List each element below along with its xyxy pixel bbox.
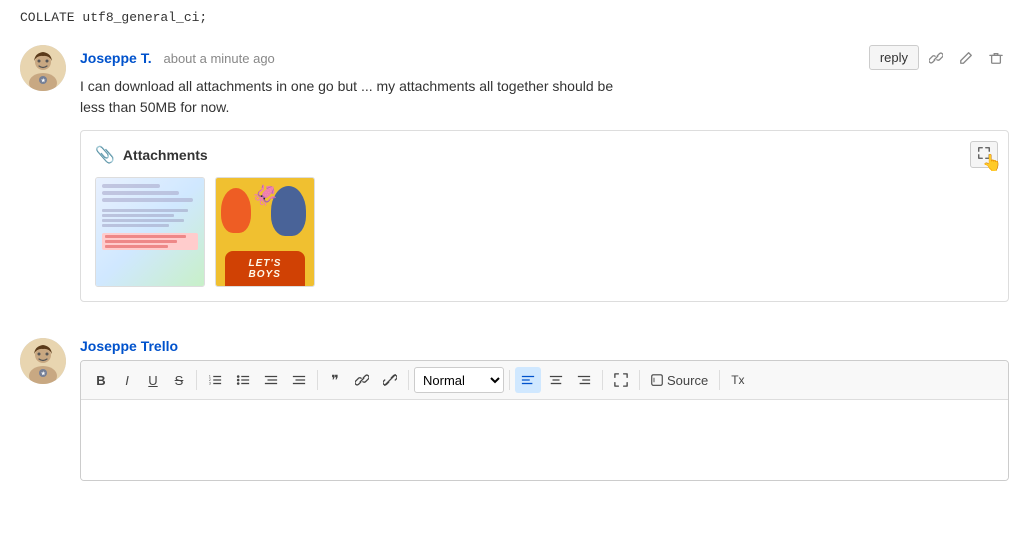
editor-avatar: ★ [20,338,66,384]
thumb-decoration [102,219,184,222]
thumb-highlight [102,233,198,250]
toolbar-sep-5 [602,370,603,390]
editor-section: ★ Joseppe Trello B I U S [0,338,1029,481]
toolbar-sep-4 [509,370,510,390]
svg-text:★: ★ [41,371,46,377]
thumb-decoration [105,240,177,243]
thumb-decoration [102,184,160,188]
thumb-sub-content [102,209,198,227]
thumb-decoration [105,235,186,238]
editor-toolbar: B I U S 1 2 3 [81,361,1008,400]
comment-content: Joseppe T. about a minute ago reply [80,45,1009,302]
toolbar-sep-2 [317,370,318,390]
editor-body[interactable] [81,400,1008,480]
editor-box: B I U S 1 2 3 [80,360,1009,481]
thumb-screenshot-content [96,178,204,286]
character-decoration [221,188,251,233]
lets-boys-text: LET'SBOYS [249,258,282,280]
ul-icon [236,373,250,387]
align-center-icon [549,373,563,387]
comment-text-line1: I can download all attachments in one go… [80,78,613,94]
source-icon [651,374,663,386]
toolbar-sep-3 [408,370,409,390]
unlink-icon [383,373,397,387]
editor-wrapper: Joseppe Trello B I U S 1 [80,338,1009,481]
insert-link-icon [355,373,369,387]
edit-button[interactable] [953,47,979,69]
paperclip-icon: 📎 [95,145,115,165]
svg-text:★: ★ [41,78,46,84]
outdent-button[interactable] [258,367,284,393]
comment-actions: reply [869,45,1009,70]
lets-boys-banner: LET'SBOYS [225,251,305,286]
toolbar-sep-1 [196,370,197,390]
expand-icon [977,146,991,160]
reply-button[interactable]: reply [869,45,919,70]
attachment-thumb-1[interactable] [95,177,205,287]
thumb-decoration [102,209,188,212]
source-label: Source [667,373,708,388]
editor-author: Joseppe Trello [80,338,1009,354]
link-button[interactable] [923,47,949,69]
svg-text:3: 3 [209,381,211,385]
fullscreen-icon [614,373,628,387]
source-button[interactable]: Source [645,367,714,393]
trash-icon [989,51,1003,65]
insert-link-button[interactable] [349,367,375,393]
align-right-button[interactable] [571,367,597,393]
indent-icon [292,373,306,387]
comment-item: ★ Joseppe T. about a minute ago reply [20,45,1009,302]
fullscreen-button[interactable] [608,367,634,393]
align-left-icon [521,373,535,387]
toolbar-sep-6 [639,370,640,390]
underline-button[interactable]: U [141,367,165,393]
align-left-button[interactable] [515,367,541,393]
ordered-list-button[interactable]: 1 2 3 [202,367,228,393]
thumb-colorful-content: LET'SBOYS 🦑 [216,178,314,286]
comment-text-line2: less than 50MB for now. [80,99,229,115]
comment-section: ★ Joseppe T. about a minute ago reply [0,45,1029,302]
thumb-decoration [102,224,169,227]
clear-format-icon: Tx [731,373,744,387]
align-right-icon [577,373,591,387]
attachment-thumb-2[interactable]: LET'SBOYS 🦑 [215,177,315,287]
toolbar-sep-7 [719,370,720,390]
spacer [0,322,1029,338]
format-select[interactable]: Normal Heading 1 Heading 2 Heading 3 [414,367,504,393]
thumb-decoration [102,214,174,217]
clear-format-button[interactable]: Tx [725,367,750,393]
attachments-grid: LET'SBOYS 🦑 [95,177,994,287]
unlink-button[interactable] [377,367,403,393]
attachments-label: Attachments [123,147,208,163]
character-emoji: 🦑 [253,183,278,208]
ol-icon: 1 2 3 [208,373,222,387]
thumb-decoration [102,191,179,195]
comment-author-info: Joseppe T. about a minute ago [80,50,275,66]
unordered-list-button[interactable] [230,367,256,393]
thumb-decoration [105,245,168,248]
quote-icon: ❞ [331,372,339,389]
expand-button[interactable] [970,141,998,168]
align-center-button[interactable] [543,367,569,393]
comment-header: Joseppe T. about a minute ago reply [80,45,1009,70]
attachments-title: 📎 Attachments [95,145,994,165]
attachments-box: 📎 Attachments 👆 [80,130,1009,302]
bold-button[interactable]: B [89,367,113,393]
italic-button[interactable]: I [115,367,139,393]
code-line: COLLATE utf8_general_ci; [0,0,1029,45]
blockquote-button[interactable]: ❞ [323,367,347,393]
edit-icon [959,51,973,65]
strikethrough-button[interactable]: S [167,367,191,393]
editor-comment-item: ★ Joseppe Trello B I U S [20,338,1009,481]
thumb-decoration [102,198,193,202]
comment-text: I can download all attachments in one go… [80,76,1009,118]
comment-author: Joseppe T. [80,50,152,66]
delete-button[interactable] [983,47,1009,69]
avatar: ★ [20,45,66,91]
outdent-icon [264,373,278,387]
comment-time: about a minute ago [163,51,274,66]
link-icon [929,51,943,65]
indent-button[interactable] [286,367,312,393]
